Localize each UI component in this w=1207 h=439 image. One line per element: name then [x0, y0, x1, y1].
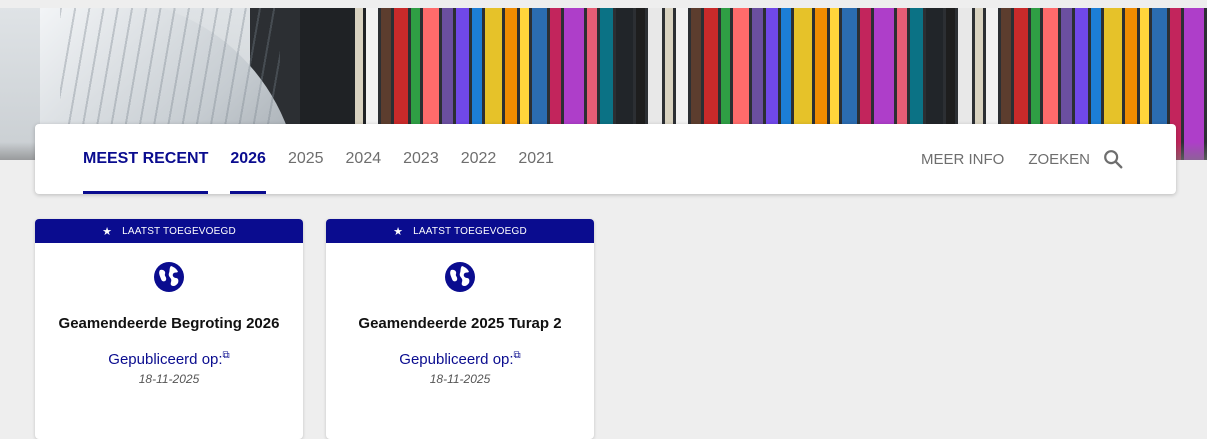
published-link[interactable]: Gepubliceerd op:⧉: [326, 350, 594, 368]
published-link[interactable]: Gepubliceerd op:⧉: [35, 350, 303, 368]
document-card[interactable]: ★ LAATST TOEGEVOEGD Geamendeerde Begroti…: [35, 219, 303, 439]
globe-icon: [445, 262, 475, 292]
zoeken-link[interactable]: ZOEKEN: [1028, 151, 1090, 168]
nav-actions: MEER INFO ZOEKEN: [897, 124, 1124, 194]
tab-2021[interactable]: 2021: [518, 124, 554, 194]
document-title: Geamendeerde Begroting 2026: [58, 315, 280, 332]
published-date: 18-11-2025: [138, 372, 200, 386]
year-navigation: MEEST RECENT 2026 2025 2024 2023 2022 20…: [35, 124, 1176, 194]
published-label: Gepubliceerd op:: [108, 351, 223, 368]
latest-added-badge: ★ LAATST TOEGEVOEGD: [326, 219, 594, 243]
meer-info-link[interactable]: MEER INFO: [921, 151, 1004, 168]
badge-label: LAATST TOEGEVOEGD: [122, 225, 236, 237]
tab-2023[interactable]: 2023: [403, 124, 439, 194]
document-card[interactable]: ★ LAATST TOEGEVOEGD Geamendeerde 2025 Tu…: [326, 219, 594, 439]
external-link-icon: ⧉: [222, 350, 230, 361]
tab-meest-recent[interactable]: MEEST RECENT: [83, 124, 209, 194]
globe-icon: [154, 262, 184, 292]
tab-2025[interactable]: 2025: [288, 124, 324, 194]
latest-added-badge: ★ LAATST TOEGEVOEGD: [35, 219, 303, 243]
star-icon: ★: [102, 225, 113, 238]
badge-label: LAATST TOEGEVOEGD: [413, 225, 527, 237]
search-icon[interactable]: [1102, 148, 1124, 170]
external-link-icon: ⧉: [513, 350, 521, 361]
tab-2026[interactable]: 2026: [230, 124, 266, 194]
tab-list: MEEST RECENT 2026 2025 2024 2023 2022 20…: [83, 124, 576, 194]
tab-2024[interactable]: 2024: [346, 124, 382, 194]
document-title: Geamendeerde 2025 Turap 2: [358, 315, 562, 332]
tab-2022[interactable]: 2022: [461, 124, 497, 194]
published-date: 18-11-2025: [429, 372, 491, 386]
published-label: Gepubliceerd op:: [399, 351, 514, 368]
star-icon: ★: [393, 225, 404, 238]
